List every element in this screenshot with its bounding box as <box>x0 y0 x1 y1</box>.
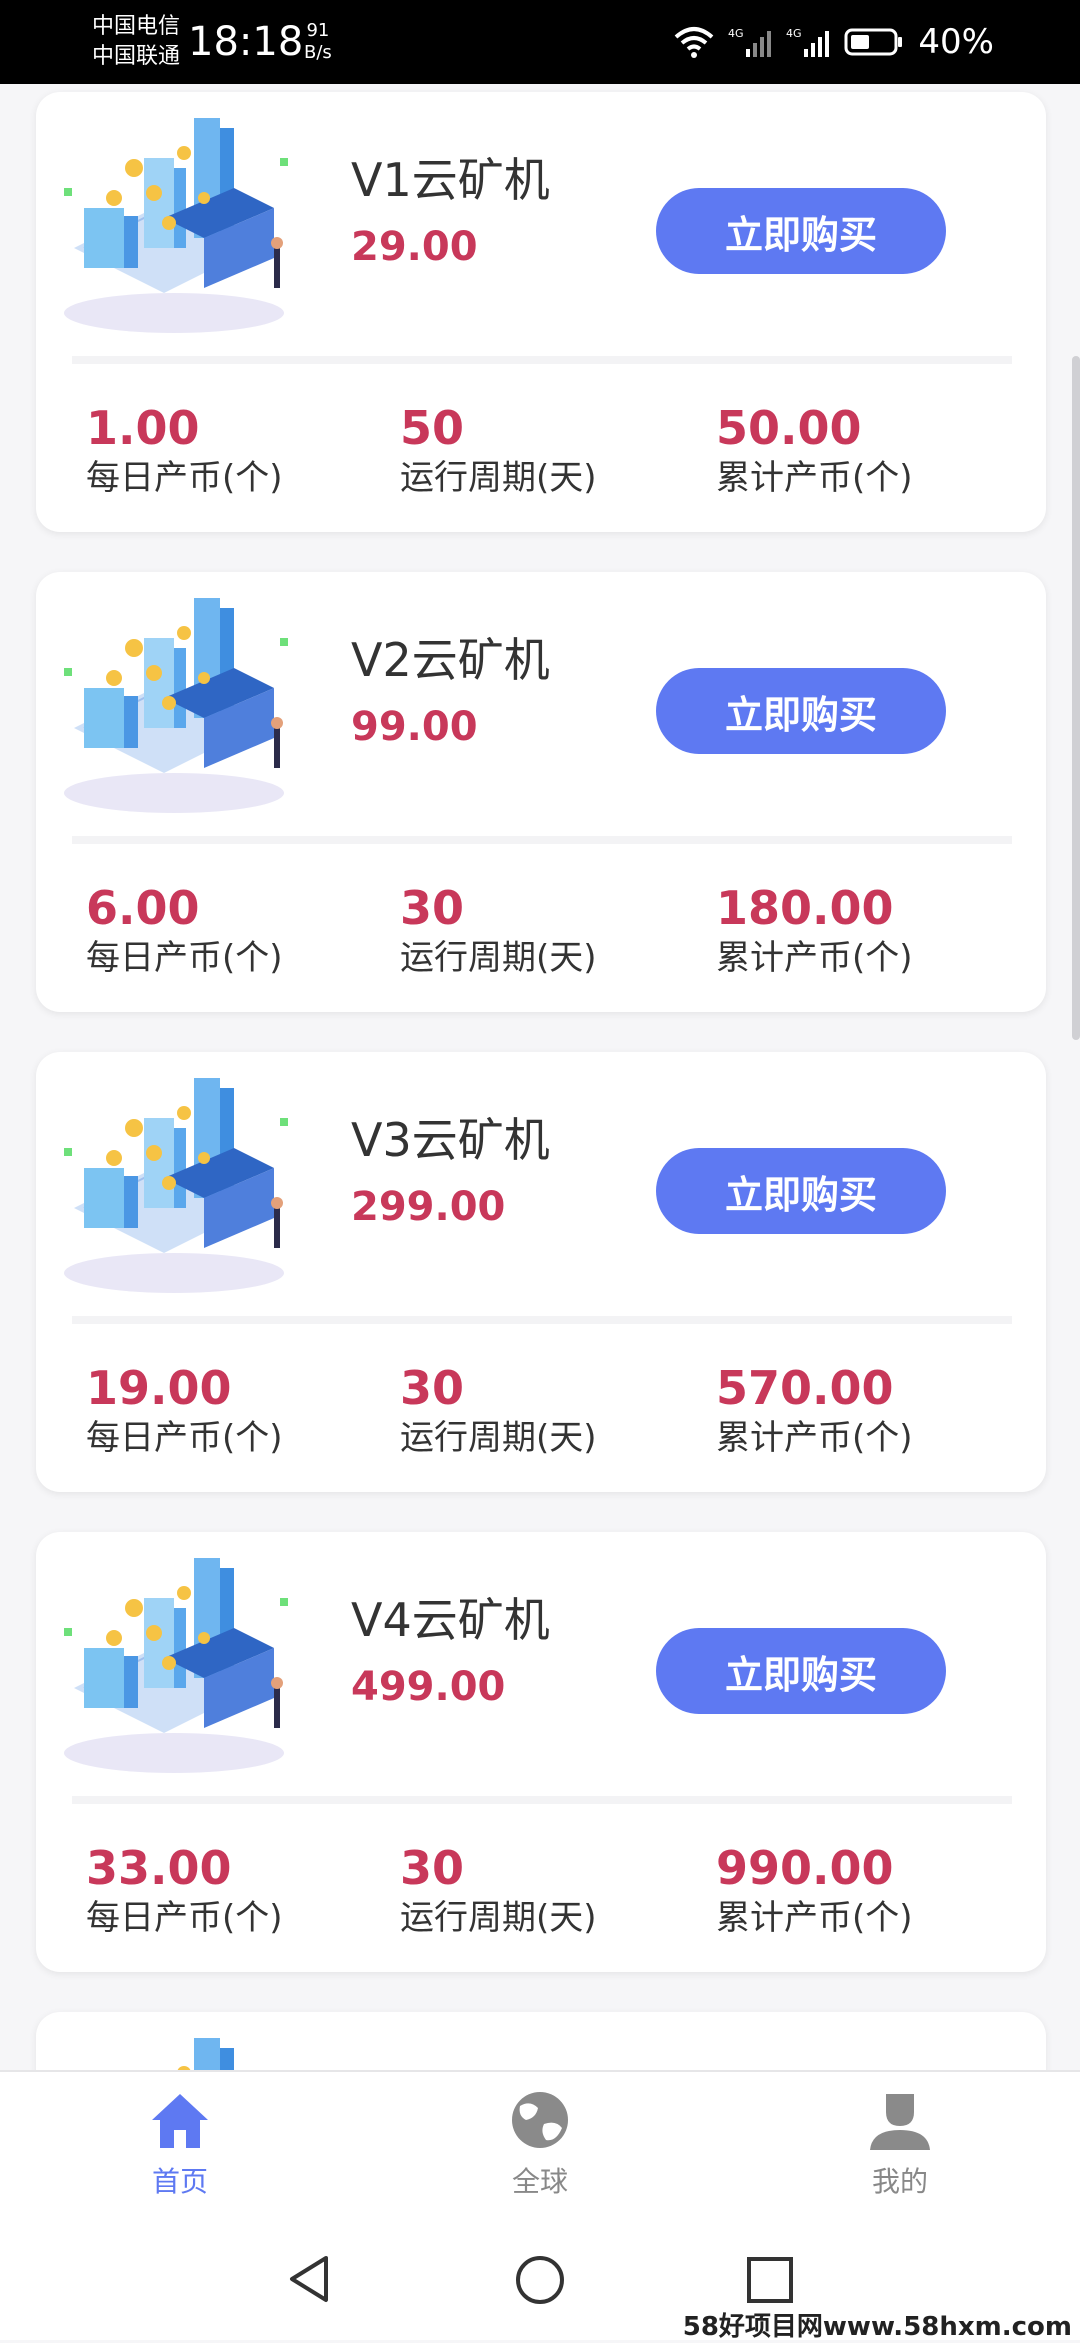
product-name: V4云矿机 <box>351 1593 550 1647</box>
stat-daily: 6.00 每日产币(个) <box>86 882 283 980</box>
recents-icon[interactable] <box>746 2256 794 2304</box>
tab-global[interactable]: 全球 <box>440 2090 640 2200</box>
total-output-label: 累计产币(个) <box>716 938 913 978</box>
total-output-value: 570.00 <box>716 1361 894 1415</box>
total-output-value: 180.00 <box>716 881 894 935</box>
stat-period: 30 运行周期(天) <box>400 882 597 980</box>
speed-value: 91 <box>306 20 330 41</box>
speed-unit: B/s <box>304 42 332 63</box>
buy-now-button[interactable]: 立即购买 <box>656 668 946 754</box>
tab-home-label: 首页 <box>151 2165 208 2198</box>
stat-period: 30 运行周期(天) <box>400 1842 597 1940</box>
clock: 18:18 <box>188 19 304 65</box>
stat-total: 570.00 累计产币(个) <box>716 1362 913 1460</box>
stat-total: 50.00 累计产币(个) <box>716 402 913 500</box>
daily-output-label: 每日产币(个) <box>86 938 283 978</box>
stat-total: 180.00 累计产币(个) <box>716 882 913 980</box>
product-name: V1云矿机 <box>351 153 550 207</box>
run-period-value: 30 <box>400 1841 465 1895</box>
daily-output-value: 1.00 <box>86 401 200 455</box>
buy-now-button[interactable]: 立即购买 <box>656 1628 946 1714</box>
product-name: V2云矿机 <box>351 633 550 687</box>
card-divider <box>72 1316 1012 1324</box>
total-output-label: 累计产币(个) <box>716 1898 913 1938</box>
tab-home[interactable]: 首页 <box>80 2090 280 2200</box>
stat-total: 990.00 累计产币(个) <box>716 1842 913 1940</box>
tab-mine-label: 我的 <box>871 2165 928 2198</box>
run-period-label: 运行周期(天) <box>400 1418 597 1458</box>
daily-output-label: 每日产币(个) <box>86 1898 283 1938</box>
card-divider <box>72 356 1012 364</box>
tab-global-label: 全球 <box>511 2165 568 2198</box>
total-output-value: 990.00 <box>716 1841 894 1895</box>
buy-now-button[interactable]: 立即购买 <box>656 1148 946 1234</box>
product-name: V3云矿机 <box>351 1113 550 1167</box>
watermark: 58好项目网www.58hxm.com <box>682 2312 1072 2342</box>
stat-period: 50 运行周期(天) <box>400 402 597 500</box>
globe-icon <box>512 2092 568 2148</box>
run-period-value: 30 <box>400 881 465 935</box>
signal-4g-icon-2: 4G <box>786 27 830 57</box>
signal-4g-icon-1: 4G <box>728 27 772 57</box>
daily-output-value: 33.00 <box>86 1841 232 1895</box>
run-period-label: 运行周期(天) <box>400 938 597 978</box>
profile-icon <box>870 2094 930 2150</box>
stat-daily: 1.00 每日产币(个) <box>86 402 283 500</box>
network-speed: 91 B/s <box>304 20 332 64</box>
status-icons: 4G 4G 40% <box>674 22 994 62</box>
mining-illustration-icon <box>64 1558 288 1773</box>
carrier-labels: 中国电信 中国联通 <box>92 12 180 72</box>
bottom-tab-bar: 首页 全球 我的 <box>0 2070 1080 2220</box>
run-period-label: 运行周期(天) <box>400 458 597 498</box>
product-price: 299.00 <box>351 1184 506 1230</box>
product-price: 499.00 <box>351 1664 506 1710</box>
battery-percent: 40% <box>918 22 994 62</box>
carrier-1: 中国电信 <box>92 14 181 39</box>
run-period-label: 运行周期(天) <box>400 1898 597 1938</box>
daily-output-value: 6.00 <box>86 881 200 935</box>
card-divider <box>72 1796 1012 1804</box>
home-circle-icon[interactable] <box>514 2254 566 2306</box>
product-price: 29.00 <box>351 224 478 270</box>
stat-period: 30 运行周期(天) <box>400 1362 597 1460</box>
total-output-value: 50.00 <box>716 401 862 455</box>
scrollbar-thumb[interactable] <box>1072 356 1080 1040</box>
product-card: V4云矿机 499.00 立即购买 33.00 每日产币(个) 30 运行周期(… <box>36 1532 1046 1972</box>
status-bar: 中国电信 中国联通 18:18 91 B/s 4G 4G 40% <box>0 0 1080 84</box>
run-period-value: 50 <box>400 401 465 455</box>
product-card: V2云矿机 99.00 立即购买 6.00 每日产币(个) 30 运行周期(天)… <box>36 572 1046 1012</box>
total-output-label: 累计产币(个) <box>716 1418 913 1458</box>
product-feed[interactable]: V1云矿机 29.00 立即购买 1.00 每日产币(个) 50 运行周期(天)… <box>0 84 1080 2070</box>
total-output-label: 累计产币(个) <box>716 458 913 498</box>
back-icon[interactable] <box>286 2254 332 2304</box>
daily-output-value: 19.00 <box>86 1361 232 1415</box>
daily-output-label: 每日产币(个) <box>86 458 283 498</box>
mining-illustration-icon <box>64 1078 288 1293</box>
product-price: 99.00 <box>351 704 478 750</box>
mining-illustration-icon <box>64 598 288 813</box>
home-icon <box>152 2094 208 2148</box>
svg-text:4G: 4G <box>728 27 744 40</box>
product-card-partial <box>36 2012 1046 2070</box>
run-period-value: 30 <box>400 1361 465 1415</box>
product-card: V3云矿机 299.00 立即购买 19.00 每日产币(个) 30 运行周期(… <box>36 1052 1046 1492</box>
card-divider <box>72 836 1012 844</box>
stat-daily: 33.00 每日产币(个) <box>86 1842 283 1940</box>
carrier-2: 中国联通 <box>92 44 181 69</box>
daily-output-label: 每日产币(个) <box>86 1418 283 1458</box>
stat-daily: 19.00 每日产币(个) <box>86 1362 283 1460</box>
buy-now-button[interactable]: 立即购买 <box>656 188 946 274</box>
svg-text:4G: 4G <box>786 27 802 40</box>
mining-illustration-icon <box>177 2038 234 2070</box>
battery-icon <box>844 28 903 56</box>
wifi-icon <box>675 27 714 58</box>
product-card: V1云矿机 29.00 立即购买 1.00 每日产币(个) 50 运行周期(天)… <box>36 92 1046 532</box>
mining-illustration-icon <box>64 118 288 333</box>
tab-mine[interactable]: 我的 <box>800 2090 1000 2200</box>
